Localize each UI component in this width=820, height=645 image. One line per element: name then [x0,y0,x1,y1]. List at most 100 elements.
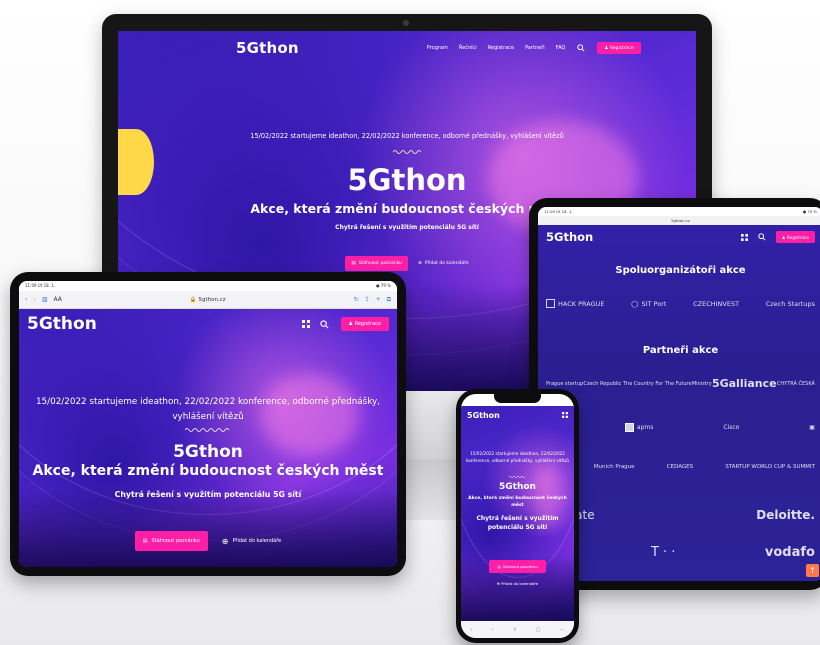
event-dates: 15/02/2022 startujeme ideathon, 22/02/20… [35,397,381,422]
forward-icon[interactable]: › [492,627,494,633]
nav-link-speakers[interactable]: Řečníci [459,45,477,51]
address-bar[interactable]: 5gthon.cz [538,216,820,225]
document-icon: ▤ [351,261,356,266]
document-icon: ▤ [142,538,148,544]
czechinvest-logo[interactable]: CZECHINVEST [693,300,739,308]
hero-tagline: Chytrá řešení s využitím potenciálu 5G s… [114,490,302,499]
nav-links: Program Řečníci Registrace Partneři FAQ [427,45,566,51]
chytra-ceska-logo[interactable]: CHYTRÁ ČESKÁ [777,381,815,387]
5galliance-logo[interactable]: 5Galliance [712,377,777,390]
tablet-navbar: 5Gthon ♟ Registrace [19,309,397,339]
tablet-left-page: 5Gthon ♟ Registrace 15/02/2022 startujem… [19,309,397,567]
search-icon[interactable] [577,44,585,52]
plus-circle-icon: ⊕ [221,536,229,546]
nav-link-partners[interactable]: Partneři [525,45,545,51]
add-to-calendar-link[interactable]: ⊕ Přidat do kalendáře [222,537,281,546]
event-dates: 15/02/2022 startujeme ideathon, 22/02/20… [250,132,564,140]
smartphone: 5Gthon 15/02/2022 startujeme ideathon, 2… [456,389,579,643]
prague-startup-logo[interactable]: Prague startup [546,381,583,387]
cisco-logo[interactable]: Cisco [723,424,739,431]
nav-link-registration[interactable]: Registrace [488,45,514,51]
download-invitation-button[interactable]: ▤ Stáhnout pozvánku [489,560,546,573]
register-label: Registrace [609,45,634,51]
squiggle-divider [509,475,525,478]
partner-square-logo[interactable]: ▣ [809,424,815,431]
startup-world-cup-logo[interactable]: STARTUP WORLD CUP & SUMMIT [725,464,815,470]
back-icon[interactable]: ‹ [25,296,27,303]
squiggle-divider [185,428,230,432]
nav-link-program[interactable]: Program [427,45,448,51]
hero-title: 5Gthon [173,442,243,462]
address-bar[interactable]: 🔒 5gthon.cz [68,297,348,303]
partners-logos-row1: Prague startup Czech Republic The Countr… [546,377,815,390]
share-icon[interactable]: ⇪ [513,627,517,633]
tabs-icon[interactable]: ⧉ [387,296,391,304]
cedages-logo[interactable]: CEDAGES [667,464,693,470]
grid-menu-icon[interactable] [562,412,568,418]
partners-logos-row5: O₂ T · · vodafo [546,545,815,560]
hero-subtitle: Akce, která změní budoucnost českých měs… [32,463,384,479]
browser-toolbar: ‹ › ▥ AA 🔒 5gthon.cz ↻ ⇪ + ⧉ [19,291,397,309]
czech-republic-logo[interactable]: Czech Republic The Country For The Futur… [583,381,691,387]
squiggle-divider [393,150,421,154]
hero-tagline: Chytrá řešení s využitím potenciálu 5G s… [476,515,559,531]
tabs-icon[interactable]: ▢ [536,627,541,633]
phone-navbar: 5Gthon [461,406,574,424]
device-mockup-stage: 5Gthon Program Řečníci Registrace Partne… [0,0,820,645]
grid-menu-icon[interactable] [301,320,310,328]
vodafone-logo[interactable]: vodafo [765,545,815,560]
book-icon[interactable]: ▥ [42,296,48,303]
nav-link-faq[interactable]: FAQ [556,45,566,51]
add-to-calendar-link[interactable]: ⊕ Přidat do kalendáře [461,581,574,586]
search-icon[interactable] [758,233,766,241]
sitport-logo[interactable]: ◯ SIT Port [631,300,666,308]
apms-logo[interactable]: apms [624,422,653,432]
register-button[interactable]: ♟ Registrace [775,231,815,243]
grid-menu-icon[interactable] [740,233,748,241]
tablet-navbar: 5Gthon ♟ Registrace [538,225,820,249]
co-organizers-heading: Spoluorganizátoři akce [615,265,746,276]
telekom-logo[interactable]: T · · [651,545,675,560]
site-logo[interactable]: 5Gthon [467,411,500,420]
reader-mode-button[interactable]: AA [53,296,61,303]
more-icon[interactable]: ⋯ [559,627,564,633]
scroll-top-button[interactable]: ↑ [806,564,819,577]
new-tab-icon[interactable]: + [376,296,381,303]
munich-prague-logo[interactable]: Munich Prague [594,464,635,470]
partners-page: 5Gthon ♟ Registrace Spoluorganizátoři ak… [538,225,820,581]
phone-notch [494,394,541,403]
status-bar: 11:09 Út 18. 1. ● 79 % [19,281,397,291]
back-icon[interactable]: ‹ [471,627,473,633]
webcam [403,20,409,26]
hackprague-logo[interactable]: HACK PRAGUE [546,299,605,308]
register-button[interactable]: ♟ Registrace [597,42,641,54]
ministry-logo[interactable]: Ministry [692,381,712,387]
event-dates: 15/02/2022 startujeme ideathon, 22/02/20… [466,451,569,463]
partners-heading: Partneři akce [642,345,719,356]
add-to-calendar-link[interactable]: ⊕ Přidat do kalendáře [418,261,469,266]
download-invitation-button[interactable]: ▤ Stáhnout pozvánku [134,531,208,551]
deloitte-logo[interactable]: Deloitte. [756,508,815,522]
site-logo[interactable]: 5Gthon [27,314,97,334]
hero-title: 5Gthon [347,163,467,197]
share-icon[interactable]: ⇪ [365,296,370,303]
tablet-left-screen: 11:09 Út 18. 1. ● 79 % ‹ › ▥ AA 🔒 5gthon… [19,281,397,567]
status-bar: 11:09 Út 18. 1. ● 79 % [538,207,820,216]
plus-circle-icon: ⊕ [418,261,422,266]
document-icon: ▤ [497,564,501,569]
reload-icon[interactable]: ↻ [354,296,359,303]
partners-logos-row4: ynovate Deloitte. [546,508,815,522]
browser-tabbar: ‹ › ⇪ ▢ ⋯ [461,621,574,638]
site-logo[interactable]: 5Gthon [546,230,593,244]
partners-logos-row3: UB Munich Prague CEDAGES STARTUP WORLD C… [546,460,815,473]
site-logo[interactable]: 5Gthon [236,39,299,57]
register-button[interactable]: ♟ Registrace [340,317,389,331]
download-invitation-button[interactable]: ▤ Stáhnout pozvánku [345,256,409,271]
tablet-right-screen: 11:09 Út 18. 1. ● 79 % 5gthon.cz 5Gthon … [538,207,820,581]
search-icon[interactable] [319,319,329,329]
hero-background [19,309,397,567]
tablet-left: 11:09 Út 18. 1. ● 79 % ‹ › ▥ AA 🔒 5gthon… [10,272,406,576]
phone-screen: 5Gthon 15/02/2022 startujeme ideathon, 2… [461,394,574,638]
forward-icon[interactable]: › [33,296,35,303]
czech-startups-logo[interactable]: Czech Startups [766,300,815,308]
